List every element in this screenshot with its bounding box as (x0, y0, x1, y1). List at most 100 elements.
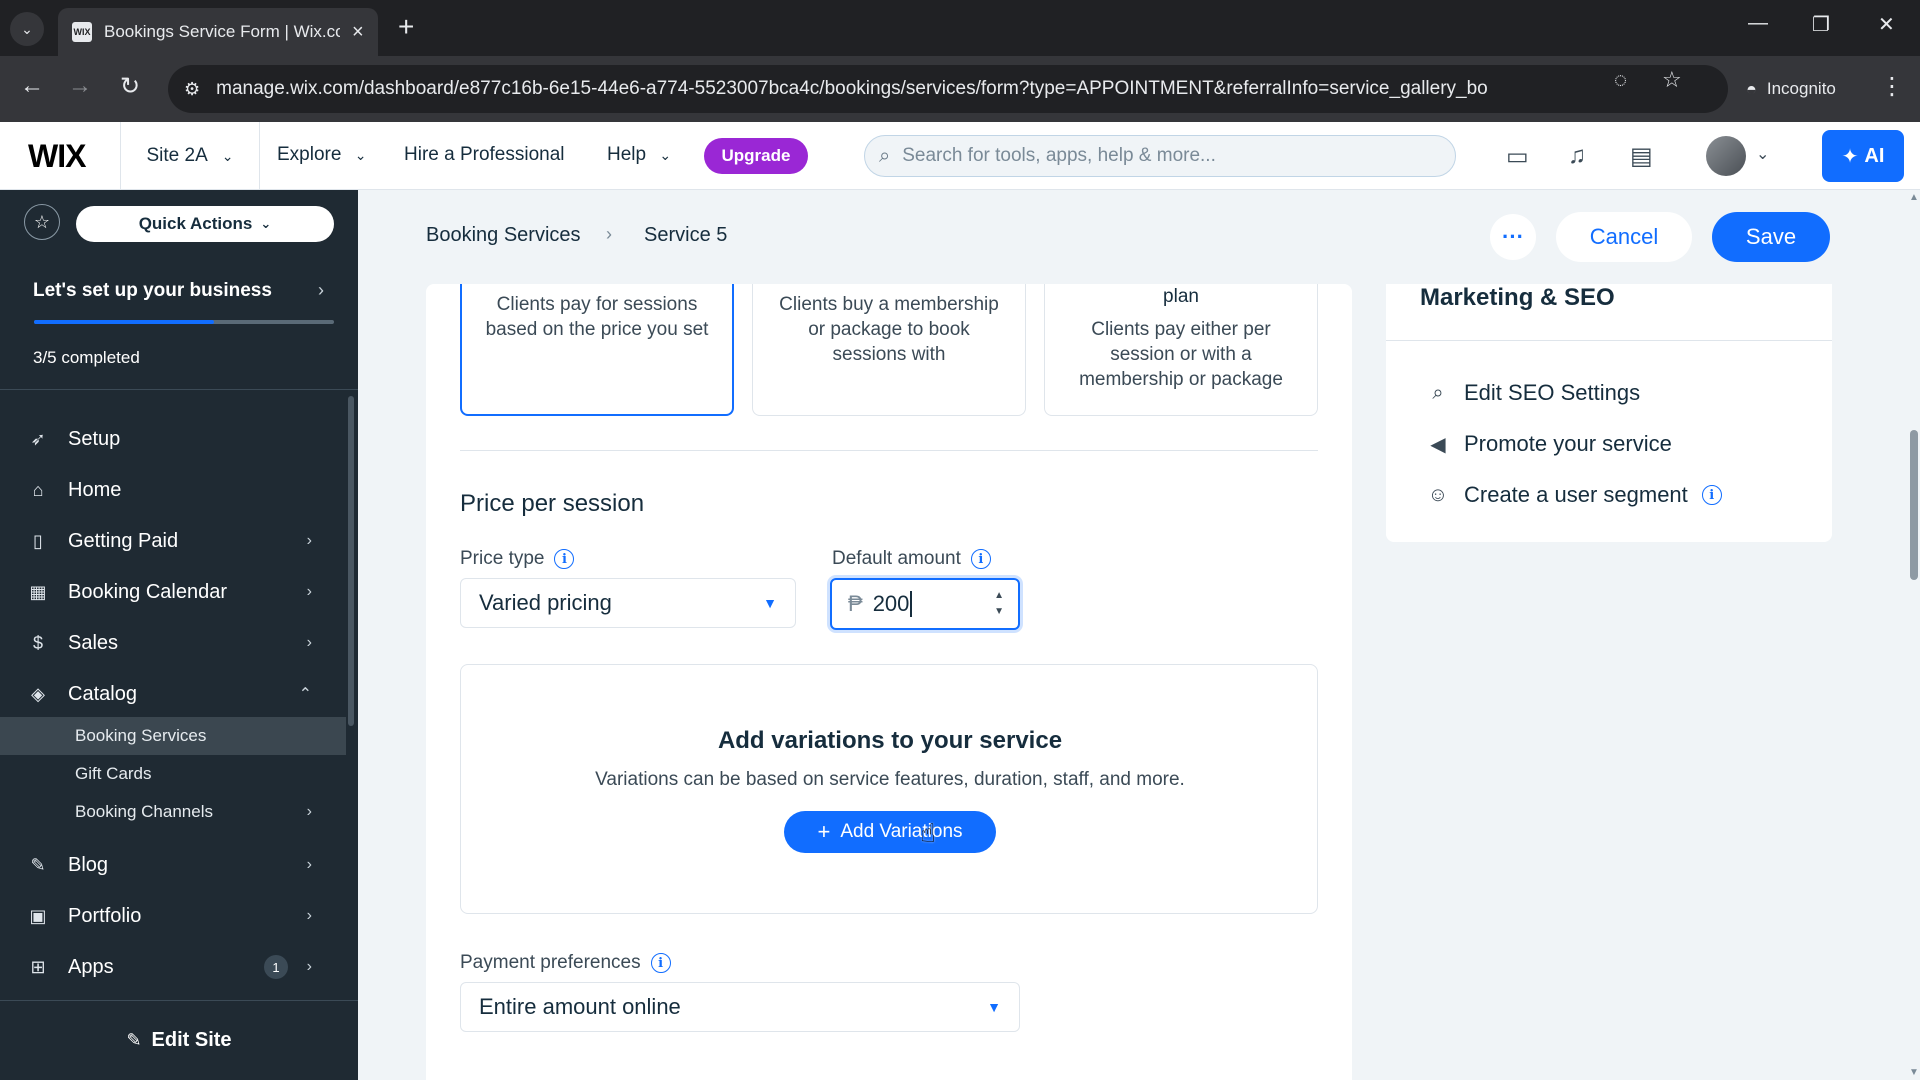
plus-icon: + (817, 819, 831, 844)
browser-menu-icon[interactable]: ⋮ (1880, 72, 1904, 101)
sidebar-scrollbar[interactable] (348, 396, 354, 726)
receipt-icon: ▯ (33, 530, 43, 551)
sidebar-item-getting-paid[interactable]: ▯ Getting Paid › (0, 516, 346, 566)
chat-icon[interactable]: ▭ (1506, 142, 1529, 171)
news-feed-icon[interactable]: ▤ (1630, 142, 1653, 171)
scroll-down-arrow-icon[interactable]: ▼ (1909, 1067, 1919, 1078)
info-icon[interactable]: i (1701, 485, 1722, 505)
price-type-label-text: Price type (460, 548, 545, 569)
sidebar-item-portfolio[interactable]: ▣ Portfolio › (0, 891, 346, 941)
browser-tab[interactable]: WIX Bookings Service Form | Wix.com × (58, 8, 378, 56)
edit-seo-settings-link[interactable]: ⌕ Edit SEO Settings (1424, 380, 1640, 406)
sidebar-item-apps[interactable]: ⊞ Apps 1 › (0, 942, 346, 992)
cancel-button[interactable]: Cancel (1556, 212, 1692, 262)
setup-count: 3/5 completed (33, 348, 140, 367)
bookmark-star-icon[interactable]: ☆ (1662, 67, 1682, 93)
more-actions-button[interactable]: ··· (1490, 214, 1536, 260)
incognito-indicator[interactable]: ◓ Incognito (1728, 65, 1854, 113)
eye-off-icon[interactable]: ◌ (1614, 67, 1627, 93)
user-avatar[interactable] (1706, 136, 1746, 176)
page-scrollbar[interactable]: ▲ ▼ (1908, 190, 1920, 1080)
help-label: Help (607, 144, 647, 165)
add-variations-label: Add Variations (840, 821, 963, 842)
apps-count-badge: 1 (264, 955, 288, 979)
wix-logo[interactable]: WIX (28, 138, 86, 175)
quick-actions-button[interactable]: Quick Actions ⌄ (76, 206, 334, 242)
explore-menu[interactable]: Explore ⌄ (277, 144, 366, 166)
payment-preferences-label: Payment preferences i (460, 952, 671, 974)
back-arrow-icon[interactable]: ← (20, 72, 44, 100)
tab-close-icon[interactable]: × (352, 21, 364, 44)
url-text[interactable]: manage.wix.com/dashboard/e877c16b-6e15-4… (216, 78, 1536, 100)
price-type-value: Varied pricing (479, 590, 612, 615)
info-icon[interactable]: i (650, 953, 671, 973)
site-switcher[interactable]: Site 2A ⌄ (120, 122, 260, 190)
stepper-down-icon[interactable]: ▼ (994, 604, 1004, 620)
info-icon[interactable]: i (970, 549, 991, 569)
reload-icon[interactable]: ↻ (120, 72, 140, 101)
scrollbar-thumb[interactable] (1910, 430, 1918, 580)
star-icon[interactable]: ☆ (24, 204, 60, 240)
sidebar-item-setup[interactable]: ➶ Setup (0, 414, 346, 464)
default-amount-label: Default amount i (832, 548, 991, 570)
create-user-segment-link[interactable]: ☺ Create a user segment i (1424, 482, 1722, 508)
payment-option-membership[interactable]: Clients buy a membership or package to b… (752, 284, 1026, 416)
minimize-icon[interactable]: — (1748, 12, 1768, 35)
add-variations-button[interactable]: + Add Variations (784, 811, 996, 853)
variations-title: Add variations to your service (717, 727, 1063, 754)
payment-preferences-select[interactable]: Entire amount online ▼ (460, 982, 1020, 1032)
sidebar-subitem-label: Booking Channels (75, 802, 213, 821)
new-tab-plus-icon[interactable]: + (398, 12, 414, 42)
breadcrumb-booking-services[interactable]: Booking Services (426, 224, 581, 247)
search-input[interactable] (902, 145, 1423, 167)
sidebar-item-sales[interactable]: $ Sales › (0, 618, 346, 668)
setup-progress-card[interactable]: Let's set up your business › 3/5 complet… (0, 256, 358, 390)
payment-option-per-session-or-plan[interactable]: plan Clients pay either per session or w… (1044, 284, 1318, 416)
sidebar: ☆ Quick Actions ⌄ Let's set up your busi… (0, 190, 358, 1080)
upgrade-button[interactable]: Upgrade (704, 138, 808, 174)
scroll-up-arrow-icon[interactable]: ▲ (1909, 192, 1919, 203)
sidebar-subitem-gift-cards[interactable]: Gift Cards (0, 755, 346, 793)
sidebar-subitem-booking-channels[interactable]: Booking Channels › (0, 793, 346, 831)
tab-list-chevron-icon[interactable]: ⌄ (10, 12, 44, 46)
url-omnibox[interactable]: ⚙ manage.wix.com/dashboard/e877c16b-6e15… (168, 65, 1728, 113)
restore-icon[interactable]: ❐ (1812, 12, 1830, 37)
help-menu[interactable]: Help ⌄ (607, 144, 671, 166)
setup-title: Let's set up your business (33, 280, 272, 301)
default-amount-label-text: Default amount (832, 548, 961, 569)
hire-professional-link[interactable]: Hire a Professional (404, 144, 565, 166)
forward-arrow-icon[interactable]: → (68, 72, 92, 100)
promote-service-link[interactable]: ◀ Promote your service (1424, 431, 1672, 457)
notifications-bell-icon[interactable]: ♫ (1568, 142, 1586, 170)
site-name: Site 2A (146, 145, 208, 166)
search-bar[interactable]: ⌕ (864, 135, 1456, 177)
sparkle-icon: ✦ (1841, 145, 1859, 168)
dollar-icon: $ (32, 632, 43, 653)
ai-assistant-button[interactable]: ✦ AI (1822, 130, 1904, 182)
stepper-up-icon[interactable]: ▲ (994, 588, 1004, 604)
save-button[interactable]: Save (1712, 212, 1830, 262)
sidebar-item-home[interactable]: ⌂ Home (0, 465, 346, 515)
price-type-select[interactable]: Varied pricing ▼ (460, 578, 796, 628)
setup-progress-bar (34, 320, 334, 324)
amount-stepper[interactable]: ▲ ▼ (994, 588, 1004, 620)
chevron-down-icon[interactable]: ⌄ (1756, 144, 1769, 164)
rocket-icon: ➶ (30, 428, 46, 449)
edit-site-button[interactable]: ✎ Edit Site (0, 1000, 358, 1080)
payment-option-fixed-price[interactable]: Clients pay for sessions based on the pr… (460, 284, 734, 416)
sidebar-item-catalog[interactable]: ◈ Catalog ⌃ (0, 669, 346, 719)
tab-title: Bookings Service Form | Wix.com (104, 22, 340, 41)
payment-option-title: plan (1163, 286, 1199, 307)
card-divider (1386, 340, 1832, 341)
price-type-label: Price type i (460, 548, 575, 570)
setup-progress-fill (34, 320, 214, 324)
sidebar-item-booking-calendar[interactable]: ▦ Booking Calendar › (0, 567, 346, 617)
site-info-icon[interactable]: ⚙ (184, 79, 200, 100)
seo-search-icon: ⌕ (1432, 381, 1444, 404)
default-amount-input[interactable]: ₱ 200 ▲ ▼ (830, 578, 1020, 630)
chevron-down-icon: ▼ (987, 999, 1001, 1015)
sidebar-subitem-booking-services[interactable]: Booking Services (0, 717, 346, 755)
window-close-icon[interactable]: ✕ (1878, 12, 1895, 37)
info-icon[interactable]: i (554, 549, 575, 569)
sidebar-item-blog[interactable]: ✎ Blog › (0, 840, 346, 890)
